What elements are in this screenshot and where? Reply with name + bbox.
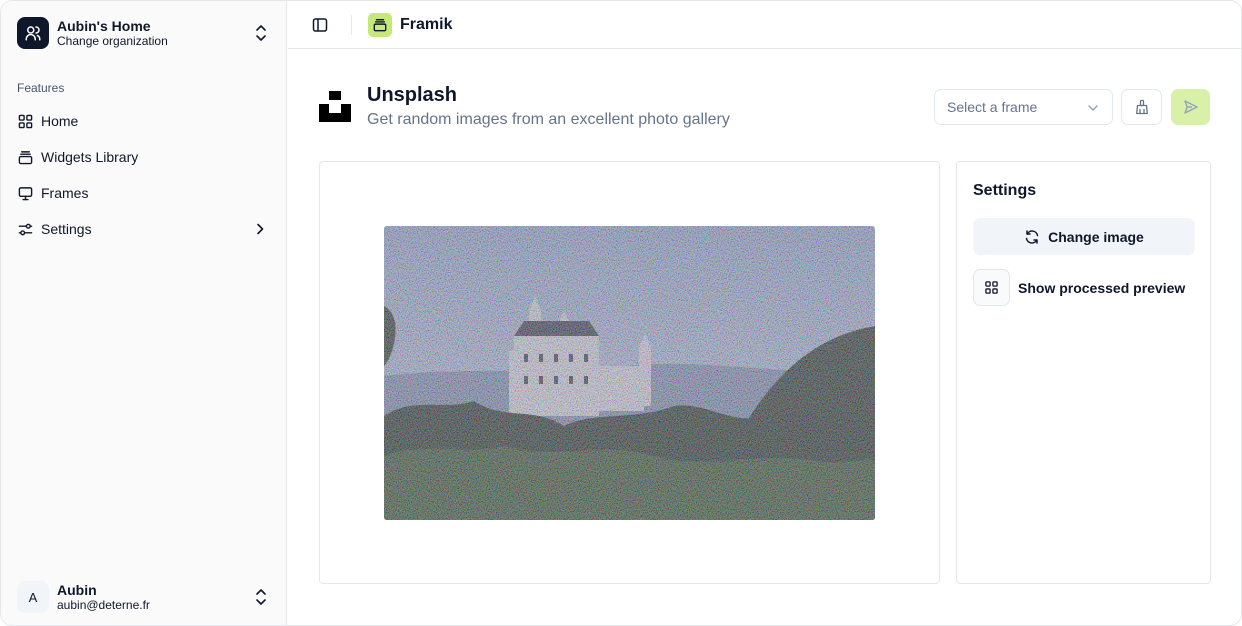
- sidebar: Aubin's Home Change organization Feature…: [1, 1, 287, 625]
- chevrons-up-down-icon: [256, 25, 266, 41]
- top-bar: Framik: [288, 1, 1241, 49]
- app-title: Framik: [400, 16, 453, 33]
- avatar: A: [17, 581, 49, 613]
- frame-select[interactable]: Select a frame: [934, 89, 1113, 125]
- users-icon: [17, 17, 49, 49]
- toggle-button[interactable]: [973, 269, 1010, 306]
- send-to-frame-button[interactable]: [1171, 89, 1210, 125]
- monitor-icon: [17, 185, 33, 201]
- unsplash-logo-icon: [319, 91, 351, 122]
- main-content: Unsplash Get random images from an excel…: [288, 50, 1241, 625]
- app-logo: [368, 13, 392, 37]
- brush-cleaning-icon: [1135, 99, 1148, 115]
- layout-grid-icon: [985, 281, 998, 294]
- widget-title: Unsplash: [367, 84, 458, 106]
- organization-subtitle: Change organization: [57, 33, 168, 48]
- user-name: Aubin: [57, 581, 97, 598]
- sidebar-item-widgets-library[interactable]: Widgets Library: [9, 139, 279, 175]
- sidebar-item-label: Home: [41, 113, 79, 129]
- refresh-icon: [1024, 229, 1040, 245]
- sidebar-item-label: Widgets Library: [41, 149, 139, 165]
- stack-icon: [17, 149, 33, 165]
- preview-card: [319, 161, 940, 584]
- widget-description: Get random images from an excellent phot…: [367, 111, 730, 128]
- features-section-label: Features: [17, 81, 65, 95]
- user-email: aubin@deterne.fr: [57, 597, 150, 612]
- frame-select-placeholder: Select a frame: [947, 99, 1038, 115]
- clean-frame-button[interactable]: [1121, 89, 1162, 125]
- show-processed-preview-toggle[interactable]: Show processed preview: [973, 269, 1195, 306]
- header-divider: [351, 15, 352, 35]
- organization-name: Aubin's Home: [57, 17, 151, 34]
- preview-image: [384, 226, 875, 520]
- sidebar-item-frames[interactable]: Frames: [9, 175, 279, 211]
- chevrons-up-down-icon: [256, 589, 266, 605]
- send-icon: [1183, 100, 1198, 114]
- stack-icon: [373, 19, 387, 32]
- sidebar-item-label: Frames: [41, 185, 89, 201]
- settings-panel: Settings Change image Show processed pre…: [956, 161, 1211, 584]
- chevron-down-icon: [1088, 105, 1098, 111]
- layout-grid-icon: [17, 113, 33, 129]
- app-window: Aubin's Home Change organization Feature…: [0, 0, 1242, 626]
- sidebar-item-settings[interactable]: Settings: [9, 211, 279, 247]
- organization-switcher[interactable]: Aubin's Home Change organization: [9, 9, 279, 57]
- show-processed-preview-label: Show processed preview: [1018, 279, 1186, 296]
- settings-title: Settings: [973, 182, 1037, 199]
- chevron-right-icon: [257, 223, 264, 235]
- change-image-button[interactable]: Change image: [973, 218, 1195, 255]
- user-menu[interactable]: A Aubin aubin@deterne.fr: [9, 573, 279, 621]
- sidebar-item-home[interactable]: Home: [9, 103, 279, 139]
- sidebar-toggle-button[interactable]: [310, 15, 330, 35]
- panel-left-icon: [312, 18, 328, 32]
- sliders-icon: [17, 221, 33, 237]
- change-image-label: Change image: [1048, 228, 1144, 245]
- sidebar-nav: Home Widgets Library Frames Settings: [9, 103, 279, 247]
- sidebar-item-label: Settings: [41, 221, 92, 237]
